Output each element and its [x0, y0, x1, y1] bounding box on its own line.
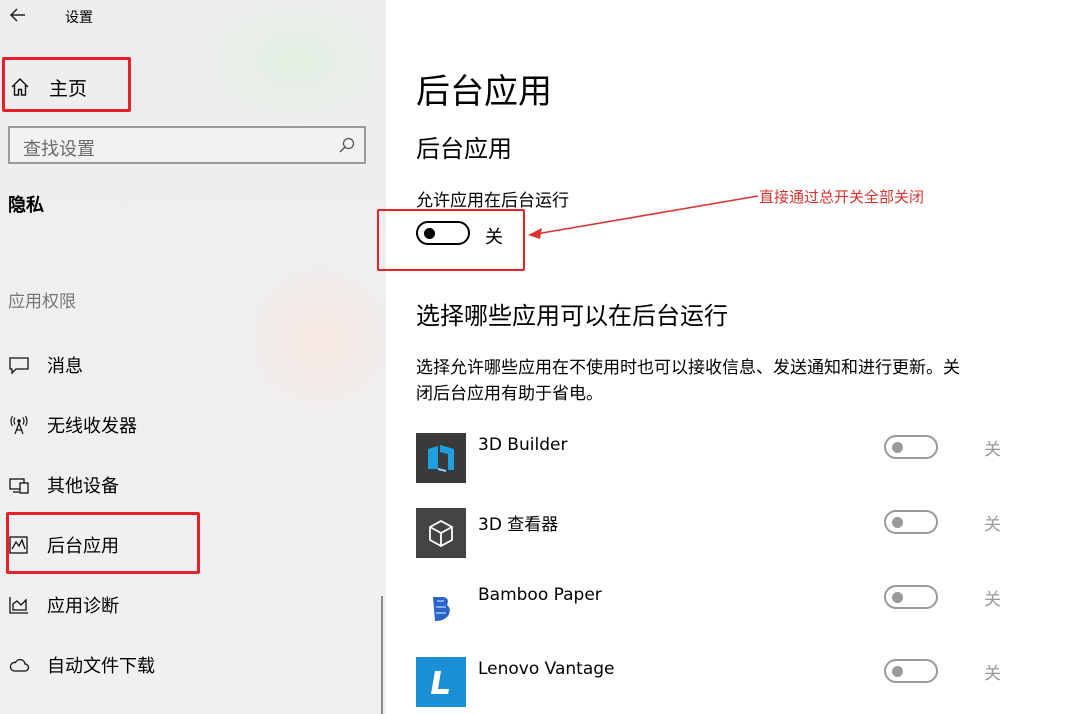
app-toggle[interactable]	[884, 510, 938, 534]
app-name: 3D Builder	[478, 435, 568, 455]
app-row-3d-builder: 3D Builder 关	[416, 433, 1016, 485]
sidebar-item-label: 应用诊断	[47, 596, 119, 617]
toggle-knob	[892, 517, 903, 528]
choose-apps-title: 选择哪些应用可以在后台运行	[416, 302, 728, 330]
search-placeholder: 查找设置	[23, 139, 95, 160]
annotation-text: 直接通过总开关全部关闭	[759, 188, 925, 206]
app-name: Lenovo Vantage	[478, 659, 615, 679]
group-title-app-permissions: 应用权限	[8, 292, 76, 312]
sidebar-item-label: 其他设备	[47, 476, 119, 497]
3d-viewer-cube-icon	[416, 508, 466, 558]
app-name: 3D 查看器	[478, 515, 559, 535]
sidebar-item-app-diagnostics[interactable]: 应用诊断	[0, 580, 380, 630]
3d-builder-icon	[416, 433, 466, 483]
sidebar-scrollbar[interactable]	[381, 596, 383, 714]
cloud-icon	[9, 658, 30, 672]
window-title: 设置	[65, 10, 93, 26]
radio-antenna-icon	[10, 415, 28, 435]
app-row-bamboo-paper: Bamboo Paper 关	[416, 583, 1016, 635]
search-input[interactable]: 查找设置	[8, 126, 366, 164]
sidebar-item-label: 无线收发器	[47, 416, 137, 437]
main-content: 后台应用 后台应用 允许应用在后台运行 关 直接通过总开关全部关闭 选择哪些应用…	[377, 0, 1066, 714]
highlight-box-background-apps	[6, 512, 200, 574]
toggle-knob	[892, 666, 903, 677]
app-toggle-state: 关	[984, 440, 1001, 460]
highlight-box-master-toggle	[377, 209, 525, 271]
app-row-lenovo-vantage: Lenovo Vantage 关	[416, 657, 1016, 709]
search-icon[interactable]	[338, 136, 356, 154]
sidebar-item-label: 消息	[47, 356, 83, 377]
app-toggle-state: 关	[984, 515, 1001, 535]
app-name: Bamboo Paper	[478, 585, 602, 605]
allow-background-label: 允许应用在后台运行	[416, 191, 569, 211]
toggle-knob	[892, 442, 903, 453]
app-toggle[interactable]	[884, 659, 938, 683]
title-bar: 设置	[0, 0, 386, 34]
toggle-knob	[892, 592, 903, 603]
app-toggle[interactable]	[884, 435, 938, 459]
diagnostics-chart-icon	[9, 597, 28, 614]
page-title: 后台应用	[416, 72, 552, 112]
sidebar: 设置 主页 查找设置 隐私 应用权限 消息 无线收发器 其他设备 后台应用 应用…	[0, 0, 386, 714]
sidebar-item-other-devices[interactable]: 其他设备	[0, 460, 380, 510]
sidebar-item-messaging[interactable]: 消息	[0, 340, 380, 390]
section-title: 后台应用	[416, 135, 512, 163]
devices-icon	[9, 478, 29, 494]
back-arrow-icon[interactable]	[8, 5, 28, 25]
app-toggle-state: 关	[984, 590, 1001, 610]
lenovo-vantage-icon	[416, 657, 466, 707]
app-row-3d-viewer: 3D 查看器 关	[416, 508, 1016, 560]
sidebar-item-auto-file-downloads[interactable]: 自动文件下载	[0, 640, 380, 690]
app-toggle-state: 关	[984, 664, 1001, 684]
sidebar-item-label: 自动文件下载	[47, 656, 155, 677]
sidebar-item-radios[interactable]: 无线收发器	[0, 400, 380, 450]
bamboo-paper-icon	[416, 583, 466, 633]
description-text: 选择允许哪些应用在不使用时也可以接收信息、发送通知和进行更新。关闭后台应用有助于…	[416, 358, 960, 404]
highlight-box-home	[2, 57, 131, 112]
message-icon	[9, 357, 29, 375]
app-toggle[interactable]	[884, 585, 938, 609]
section-title-privacy: 隐私	[8, 195, 44, 216]
